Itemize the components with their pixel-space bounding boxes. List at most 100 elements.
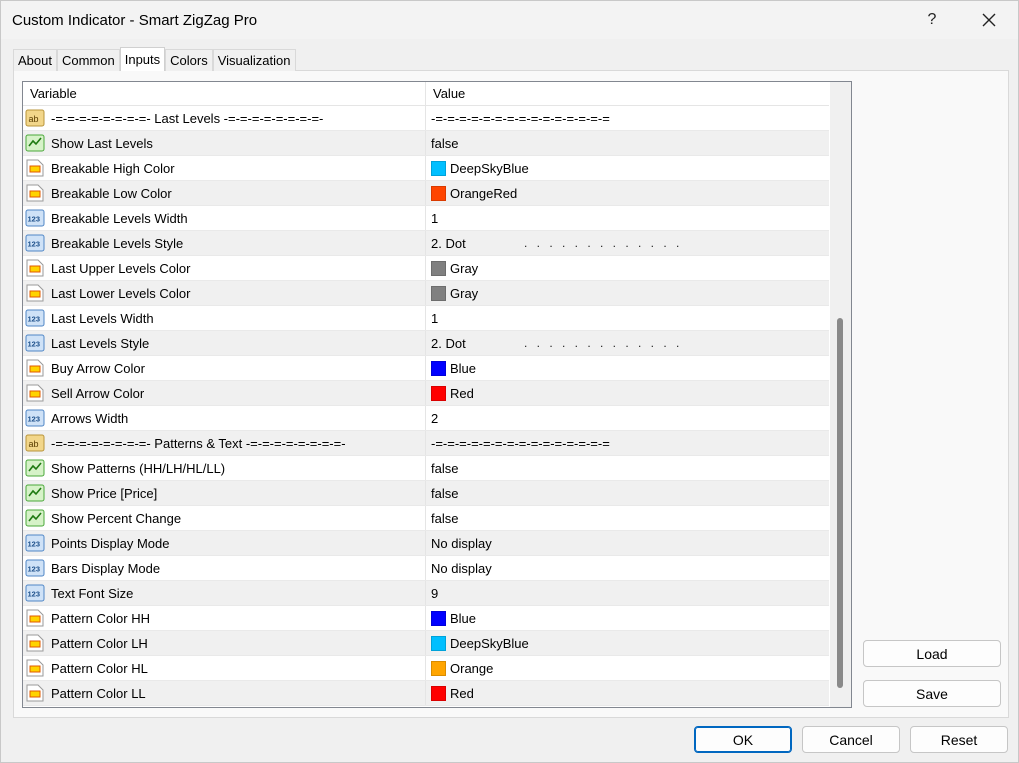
color-type-icon: [25, 283, 45, 303]
value-cell[interactable]: No display: [426, 531, 829, 555]
input-row[interactable]: ab -=-=-=-=-=-=-=-=- Last Levels -=-=-=-=…: [23, 106, 829, 131]
input-row[interactable]: 123 Bars Display Mode No display: [23, 556, 829, 581]
color-swatch: [431, 685, 446, 701]
input-row[interactable]: Show Percent Change false: [23, 506, 829, 531]
column-header-value[interactable]: Value: [426, 82, 829, 106]
value-cell[interactable]: 2. Dot . . . . . . . . . . . . .: [426, 231, 829, 255]
input-row[interactable]: ab -=-=-=-=-=-=-=-=- Patterns & Text -=-=…: [23, 431, 829, 456]
input-row[interactable]: 123 Breakable Levels Style 2. Dot . . . . .…: [23, 231, 829, 256]
input-row[interactable]: Pattern Color HH Blue: [23, 606, 829, 631]
variable-name: Breakable Low Color: [51, 185, 172, 201]
tab-common[interactable]: Common: [56, 49, 120, 71]
variable-name: Breakable Levels Style: [51, 235, 184, 251]
variable-cell: ab -=-=-=-=-=-=-=-=- Patterns & Text -=-=…: [23, 431, 426, 455]
input-row[interactable]: 123 Points Display Mode No display: [23, 531, 829, 556]
value-text: false: [431, 485, 459, 501]
value-cell[interactable]: OrangeRed: [426, 181, 829, 205]
input-row[interactable]: 123 Breakable Levels Width 1: [23, 206, 829, 231]
input-row[interactable]: 123 Last Levels Width 1: [23, 306, 829, 331]
color-type-icon: [25, 658, 45, 678]
input-row[interactable]: Show Patterns (HH/LH/HL/LL) false: [23, 456, 829, 481]
variable-name: -=-=-=-=-=-=-=-=- Last Levels -=-=-=-=-=…: [51, 110, 324, 126]
value-cell[interactable]: -=-=-=-=-=-=-=-=-=-=-=-=-=-=-=: [426, 106, 829, 130]
value-cell[interactable]: Blue: [426, 356, 829, 380]
tab-inputs[interactable]: Inputs: [119, 47, 166, 71]
value-text: Red: [450, 385, 474, 401]
value-cell[interactable]: false: [426, 506, 829, 530]
value-text: Gray: [450, 285, 479, 301]
color-type-icon: [25, 258, 45, 278]
variable-cell: 123 Breakable Levels Style: [23, 231, 426, 255]
value-cell[interactable]: DeepSkyBlue: [426, 156, 829, 180]
close-button[interactable]: [969, 5, 1009, 35]
variable-name: Pattern Color HL: [51, 660, 148, 676]
variable-name: Last Levels Style: [51, 335, 150, 351]
color-swatch: [431, 660, 446, 676]
variable-cell: Breakable High Color: [23, 156, 426, 180]
value-cell[interactable]: Gray: [426, 281, 829, 305]
value-cell[interactable]: Red: [426, 681, 829, 705]
help-button[interactable]: ?: [917, 5, 947, 35]
value-cell[interactable]: Orange: [426, 656, 829, 680]
scrollbar-thumb[interactable]: [837, 318, 843, 688]
bool-type-icon: [25, 508, 45, 528]
value-text: 9: [431, 585, 439, 601]
column-header-variable[interactable]: Variable: [23, 82, 426, 106]
tab-label: Inputs: [124, 52, 161, 67]
save-button[interactable]: Save: [863, 680, 1001, 707]
input-row[interactable]: 123 Arrows Width 2: [23, 406, 829, 431]
value-text: No display: [431, 560, 492, 576]
input-row[interactable]: Breakable High Color DeepSkyBlue: [23, 156, 829, 181]
tab-colors[interactable]: Colors: [165, 49, 213, 71]
tab-label: Visualization: [217, 53, 291, 68]
input-row[interactable]: 123 Last Levels Style 2. Dot . . . . . . . …: [23, 331, 829, 356]
input-row[interactable]: Show Last Levels false: [23, 131, 829, 156]
color-type-icon: [25, 608, 45, 628]
cancel-button[interactable]: Cancel: [802, 726, 900, 753]
value-cell[interactable]: 2. Dot . . . . . . . . . . . . .: [426, 331, 829, 355]
value-cell[interactable]: 9: [426, 581, 829, 605]
input-row[interactable]: Pattern Color LL Red: [23, 681, 829, 706]
input-row[interactable]: Pattern Color LH DeepSkyBlue: [23, 631, 829, 656]
input-row[interactable]: Breakable Low Color OrangeRed: [23, 181, 829, 206]
input-row[interactable]: Last Upper Levels Color Gray: [23, 256, 829, 281]
color-swatch: [431, 285, 446, 301]
input-row[interactable]: Pattern Color HL Orange: [23, 656, 829, 681]
value-text: 2: [431, 410, 439, 426]
variable-name: Breakable Levels Width: [51, 210, 188, 226]
value-cell[interactable]: false: [426, 131, 829, 155]
value-cell[interactable]: Red: [426, 381, 829, 405]
svg-text:123: 123: [28, 415, 41, 424]
vertical-scrollbar[interactable]: [830, 82, 851, 707]
value-text: Red: [450, 685, 474, 701]
input-row[interactable]: Sell Arrow Color Red: [23, 381, 829, 406]
value-cell[interactable]: 1: [426, 306, 829, 330]
value-cell[interactable]: No display: [426, 556, 829, 580]
variable-cell: Show Last Levels: [23, 131, 426, 155]
load-button[interactable]: Load: [863, 640, 1001, 667]
value-cell[interactable]: false: [426, 481, 829, 505]
color-type-icon: [25, 683, 45, 703]
tab-visualization[interactable]: Visualization: [212, 49, 296, 71]
input-row[interactable]: Show Price [Price] false: [23, 481, 829, 506]
tab-about[interactable]: About: [13, 49, 57, 71]
variable-name: Points Display Mode: [51, 535, 170, 551]
value-cell[interactable]: DeepSkyBlue: [426, 631, 829, 655]
color-type-icon: [25, 633, 45, 653]
ok-button[interactable]: OK: [694, 726, 792, 753]
value-cell[interactable]: 2: [426, 406, 829, 430]
value-cell[interactable]: 1: [426, 206, 829, 230]
variable-cell: ab -=-=-=-=-=-=-=-=- Last Levels -=-=-=-=…: [23, 106, 426, 130]
value-text: DeepSkyBlue: [450, 635, 529, 651]
value-cell[interactable]: Gray: [426, 256, 829, 280]
value-cell[interactable]: Blue: [426, 606, 829, 630]
value-cell[interactable]: -=-=-=-=-=-=-=-=-=-=-=-=-=-=-=: [426, 431, 829, 455]
input-row[interactable]: Buy Arrow Color Blue: [23, 356, 829, 381]
value-text: Blue: [450, 360, 477, 376]
close-icon: [982, 13, 996, 27]
input-row[interactable]: Last Lower Levels Color Gray: [23, 281, 829, 306]
value-cell[interactable]: false: [426, 456, 829, 480]
reset-button[interactable]: Reset: [910, 726, 1008, 753]
svg-text:123: 123: [28, 340, 41, 349]
input-row[interactable]: 123 Text Font Size 9: [23, 581, 829, 606]
